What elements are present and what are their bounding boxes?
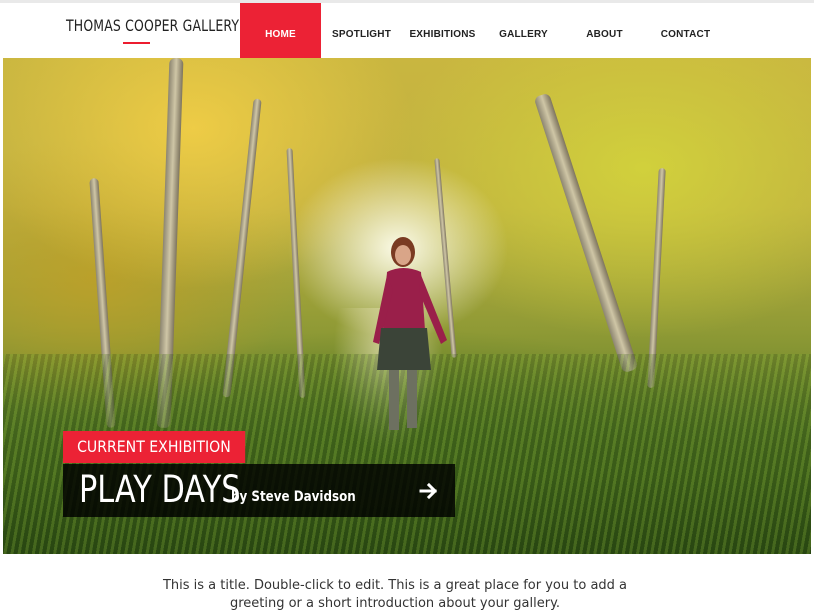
site-logo[interactable]: THOMAS COOPER GALLERY <box>66 16 239 35</box>
hero-image: CURRENT EXHIBITION PLAY DAYS by Steve Da… <box>3 58 811 554</box>
tree-trunk <box>222 98 262 398</box>
nav-contact[interactable]: CONTACT <box>645 3 726 58</box>
main-nav: HOME SPOTLIGHT EXHIBITIONS GALLERY ABOUT… <box>240 3 726 58</box>
intro-text: This is a title. Double-click to edit. T… <box>162 578 628 611</box>
tree-trunk <box>533 92 639 374</box>
nav-about[interactable]: ABOUT <box>564 3 645 58</box>
nav-exhibitions[interactable]: EXHIBITIONS <box>402 3 483 58</box>
exhibition-title: PLAY DAYS <box>79 468 241 511</box>
nav-gallery[interactable]: GALLERY <box>483 3 564 58</box>
nav-spotlight[interactable]: SPOTLIGHT <box>321 3 402 58</box>
current-exhibition-tag: CURRENT EXHIBITION <box>63 431 245 463</box>
logo-underline <box>123 42 150 44</box>
exhibition-banner[interactable]: PLAY DAYS by Steve Davidson <box>63 464 455 517</box>
nav-home[interactable]: HOME <box>240 3 321 58</box>
girl-figure <box>373 237 447 430</box>
exhibition-artist: by Steve Davidson <box>231 489 356 505</box>
arrow-right-icon[interactable] <box>419 481 439 501</box>
